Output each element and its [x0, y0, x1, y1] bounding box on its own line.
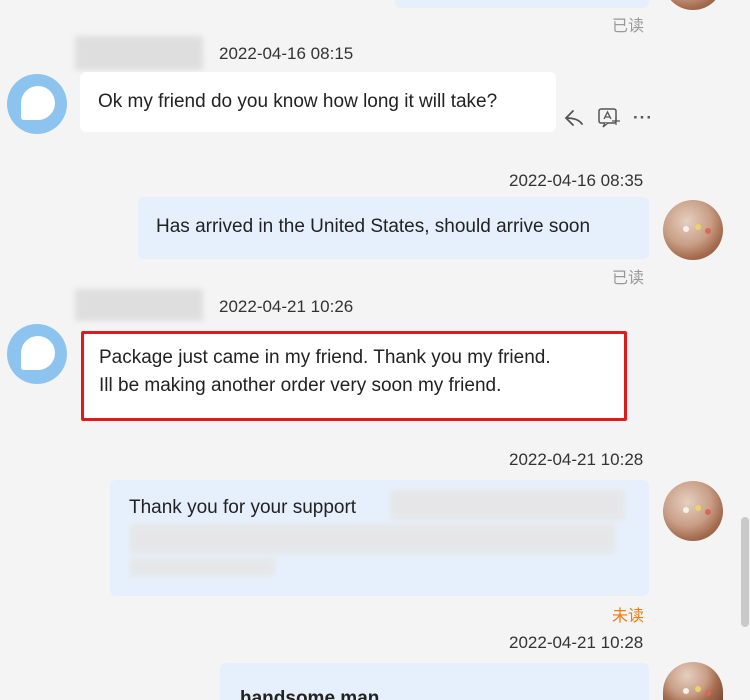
message-timestamp: 2022-04-21 10:26 [219, 297, 354, 316]
blurred-content [130, 558, 275, 576]
message-text-line: Ill be making another order very soon my… [99, 375, 502, 396]
user-avatar[interactable] [663, 0, 723, 10]
translate-icon[interactable] [597, 106, 621, 130]
message-actions: ··· [563, 106, 663, 132]
outgoing-message-bubble[interactable]: Has arrived in the United States, should… [138, 197, 649, 259]
message-text: Has arrived in the United States, should… [156, 216, 591, 237]
outgoing-message-bubble[interactable]: handsome man [220, 663, 649, 700]
message-text-line: Package just came in my friend. Thank yo… [99, 347, 551, 368]
read-status: 已读 [612, 270, 645, 287]
message-timestamp: 2022-04-16 08:35 [509, 171, 644, 190]
contact-avatar[interactable] [7, 324, 67, 384]
scrollbar-thumb[interactable] [741, 517, 749, 627]
sender-name-blurred [75, 289, 203, 321]
message-bubble-previous [395, 0, 649, 8]
sender-name-blurred [75, 36, 203, 70]
message-text: Thank you for your support [129, 497, 357, 518]
message-timestamp: 2022-04-21 10:28 [509, 450, 644, 469]
reply-icon[interactable] [563, 106, 587, 130]
contact-avatar[interactable] [7, 74, 67, 134]
unread-status: 未读 [612, 608, 645, 625]
user-avatar[interactable] [663, 662, 723, 700]
message-timestamp: 2022-04-21 10:28 [509, 633, 644, 652]
user-avatar[interactable] [663, 200, 723, 260]
blurred-content [390, 490, 625, 520]
message-text: handsome man [240, 688, 380, 700]
user-avatar[interactable] [663, 481, 723, 541]
more-icon[interactable]: ··· [631, 106, 655, 130]
outgoing-message-bubble[interactable]: Thank you for your support [110, 480, 649, 596]
incoming-message-bubble[interactable]: Ok my friend do you know how long it wil… [80, 72, 556, 132]
message-text: Ok my friend do you know how long it wil… [98, 91, 498, 112]
message-timestamp: 2022-04-16 08:15 [219, 44, 354, 63]
read-status: 已读 [612, 18, 645, 35]
blurred-content [130, 524, 615, 554]
incoming-message-bubble[interactable]: Package just came in my friend. Thank yo… [81, 331, 627, 421]
